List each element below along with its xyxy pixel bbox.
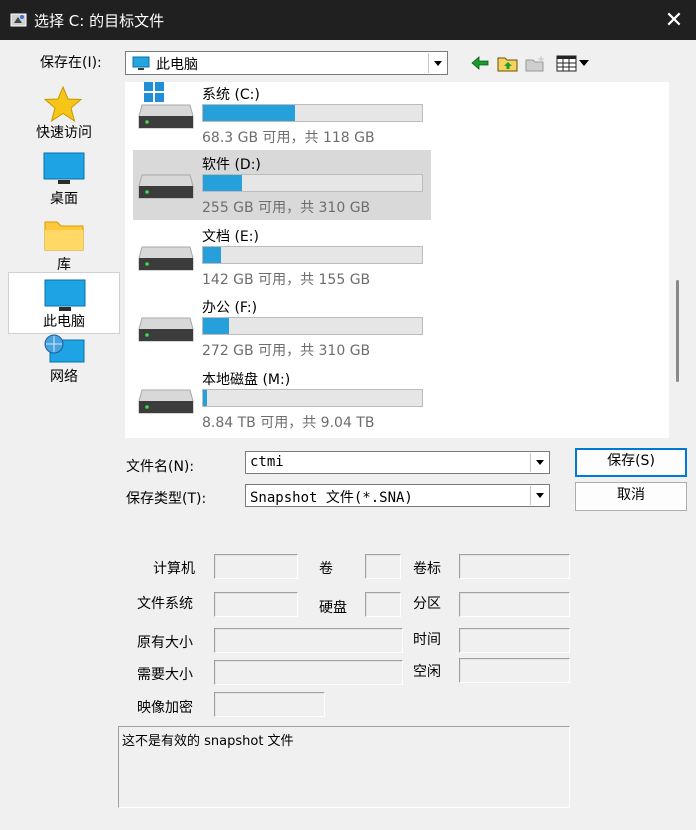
drive-size-text: 272 GB 可用，共 310 GB	[202, 343, 371, 359]
drive-size-text: 142 GB 可用，共 155 GB	[202, 272, 371, 288]
drive-f[interactable]: 办公 (F:) 272 GB 可用，共 310 GB	[133, 293, 431, 363]
window-title: 选择 C: 的目标文件	[34, 12, 165, 30]
hard-drive-icon	[138, 389, 194, 414]
place-label: 桌面	[50, 191, 78, 207]
status-message: 这不是有效的 snapshot 文件	[122, 734, 294, 749]
drive-usage-bar	[202, 104, 423, 122]
volume-name-label: 卷标	[413, 561, 441, 577]
scrollbar-thumb[interactable]	[676, 280, 679, 382]
drive-size-text: 68.3 GB 可用，共 118 GB	[202, 130, 375, 146]
filesystem-label: 文件系统	[137, 596, 193, 612]
drive-d[interactable]: 软件 (D:) 255 GB 可用，共 310 GB	[133, 150, 431, 220]
star-icon	[44, 86, 82, 122]
drive-m[interactable]: 本地磁盘 (M:) 8.84 TB 可用，共 9.04 TB	[133, 365, 431, 435]
place-network[interactable]: 网络	[8, 334, 120, 385]
disk-label: 硬盘	[319, 600, 347, 616]
drive-usage-fill	[203, 105, 295, 121]
computer-icon	[132, 56, 150, 70]
computer-icon	[44, 279, 86, 311]
place-desktop[interactable]: 桌面	[8, 148, 120, 210]
time-field	[459, 628, 570, 653]
save-in-value: 此电脑	[156, 57, 198, 73]
windows-logo-icon	[144, 82, 164, 102]
drive-usage-fill	[203, 247, 221, 263]
encryption-field	[214, 692, 325, 717]
encryption-label: 映像加密	[137, 700, 193, 716]
drive-name: 办公 (F:)	[202, 300, 258, 316]
chevron-down-icon[interactable]	[428, 53, 446, 73]
volume-name-field	[459, 554, 570, 579]
place-library[interactable]: 库	[8, 214, 120, 276]
drive-e[interactable]: 文档 (E:) 142 GB 可用，共 155 GB	[133, 222, 431, 292]
drive-size-text: 255 GB 可用，共 310 GB	[202, 200, 371, 216]
hard-drive-icon	[138, 246, 194, 271]
drive-usage-bar	[202, 174, 423, 192]
drive-usage-bar	[202, 246, 423, 264]
chevron-down-icon[interactable]	[530, 453, 548, 472]
title-bar: 选择 C: 的目标文件 ✕	[0, 0, 696, 40]
free-field	[459, 658, 570, 683]
filetype-select[interactable]: Snapshot 文件(*.SNA)	[245, 484, 550, 507]
partition-field	[459, 592, 570, 617]
drive-usage-fill	[203, 175, 243, 191]
drive-c[interactable]: 系统 (C:) 68.3 GB 可用，共 118 GB	[133, 80, 431, 150]
computer-label: 计算机	[153, 561, 195, 577]
place-quick-access[interactable]: 快速访问	[8, 82, 120, 144]
new-folder-icon[interactable]	[525, 53, 547, 73]
drive-name: 本地磁盘 (M:)	[202, 372, 291, 388]
status-message-box: 这不是有效的 snapshot 文件	[118, 726, 570, 808]
hard-drive-icon	[138, 317, 194, 342]
drive-name: 软件 (D:)	[202, 157, 261, 173]
volume-label: 卷	[319, 561, 333, 577]
volume-field	[365, 554, 401, 579]
close-button[interactable]: ✕	[652, 0, 696, 40]
hard-drive-icon	[138, 174, 194, 199]
place-this-pc[interactable]: 此电脑	[8, 272, 120, 334]
filename-combo[interactable]: ctmi	[245, 451, 550, 474]
drive-usage-bar	[202, 317, 423, 335]
time-label: 时间	[413, 632, 441, 648]
save-button[interactable]: 保存(S)	[575, 448, 687, 477]
chevron-down-icon[interactable]	[530, 486, 548, 505]
back-arrow-icon[interactable]	[470, 55, 490, 71]
original-size-field	[214, 628, 403, 653]
cancel-button[interactable]: 取消	[575, 482, 687, 511]
network-icon	[44, 334, 85, 363]
filetype-label: 保存类型(T):	[126, 491, 207, 507]
up-folder-icon[interactable]	[497, 53, 519, 73]
partition-label: 分区	[413, 596, 441, 612]
drive-name: 系统 (C:)	[202, 87, 260, 103]
required-size-label: 需要大小	[137, 667, 193, 683]
drive-usage-fill	[203, 390, 208, 406]
filesystem-field	[214, 592, 298, 617]
filename-label: 文件名(N):	[126, 459, 195, 475]
folder-icon	[44, 221, 84, 251]
close-icon[interactable]: ✕	[665, 8, 683, 33]
desktop-icon	[43, 152, 85, 184]
required-size-field	[214, 660, 403, 685]
place-label: 网络	[50, 369, 78, 385]
save-in-label: 保存在(I):	[40, 55, 102, 71]
disk-field	[365, 592, 401, 617]
save-in-select[interactable]: 此电脑	[125, 51, 448, 75]
drive-usage-fill	[203, 318, 230, 334]
computer-field	[214, 554, 298, 579]
view-menu-icon[interactable]	[556, 55, 590, 72]
hard-drive-icon	[138, 104, 194, 129]
free-label: 空闲	[413, 664, 441, 680]
file-list[interactable]: 系统 (C:) 68.3 GB 可用，共 118 GB 软件 (D:) 255 …	[125, 82, 669, 438]
place-label: 库	[57, 257, 71, 273]
filetype-value: Snapshot 文件(*.SNA)	[250, 490, 413, 506]
drive-usage-bar	[202, 389, 423, 407]
original-size-label: 原有大小	[137, 635, 193, 651]
app-icon	[10, 13, 27, 27]
place-label: 此电脑	[43, 314, 85, 330]
drive-name: 文档 (E:)	[202, 229, 259, 245]
place-label: 快速访问	[36, 125, 92, 141]
drive-size-text: 8.84 TB 可用，共 9.04 TB	[202, 415, 375, 431]
places-bar: 快速访问 桌面 库 此电脑 网络	[8, 82, 120, 385]
filename-input[interactable]: ctmi	[250, 454, 284, 470]
